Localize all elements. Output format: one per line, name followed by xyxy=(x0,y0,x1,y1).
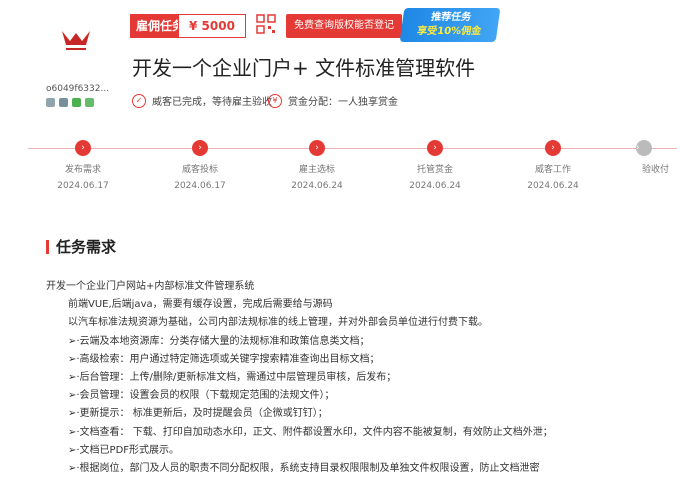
timeline-step: › 发布需求 2024.06.17 xyxy=(38,140,128,191)
timeline-step-date: 2024.06.17 xyxy=(174,181,226,191)
timeline-step-label: 威客工作 xyxy=(534,165,571,175)
requirements-body: 开发一个企业门户网站+内部标准文件管理系统 前端VUE,后端java，需要有缓存… xyxy=(46,278,666,478)
logo-icon xyxy=(62,31,90,50)
section-title: 任务需求 xyxy=(56,238,117,256)
reward-distribution-text: 赏金分配：一人独享赏金 xyxy=(288,97,398,108)
requirement-line: 开发一个企业门户网站+内部标准文件管理系统 xyxy=(46,281,255,292)
requirement-line: ➢·文档已PDF形式展示。 xyxy=(68,444,180,456)
task-status: ✓ 威客已完成，等待雇主验收 xyxy=(132,93,272,108)
timeline-step-label: 雇主选标 xyxy=(298,165,335,175)
timeline-step: › 威客工作 2024.06.24 xyxy=(508,140,598,191)
timeline-step-date: 2024.06.24 xyxy=(527,181,579,191)
chevron-right-icon: › xyxy=(75,140,91,156)
promo-line-2: 享受10%佣金 xyxy=(416,26,482,37)
chevron-right-icon: › xyxy=(545,140,561,156)
requirement-line: ➢·更新提示： 标准更新后，及时提醒会员（企微或钉钉）； xyxy=(68,408,328,420)
requirement-line: ➢·后台管理：上传/删除/更新标准文档，需通过中层管理员审核，后发布； xyxy=(68,372,397,384)
requirement-line: ➢·云端及本地资源库：分类存储大量的法规标准和政策信息类文档； xyxy=(68,335,370,347)
reward-icon: ¥ xyxy=(268,93,282,108)
qr-code-icon[interactable] xyxy=(256,14,276,34)
user-badges xyxy=(46,98,94,107)
copyright-check-button[interactable]: 免费查询版权能否登记 xyxy=(286,14,402,38)
requirement-line: 以汽车标准法规资源为基础，公司内部法规标准的线上管理，并对外部会员单位进行付费下… xyxy=(68,317,488,329)
chevron-right-icon: › xyxy=(192,140,208,156)
timeline-step-label: 发布需求 xyxy=(64,165,101,175)
company-logo xyxy=(48,14,104,70)
section-accent-bar xyxy=(46,240,49,254)
id-badge-icon xyxy=(46,98,55,107)
requirement-line: ➢·会员管理：设置会员的权限（下载规定范围的法规文件）； xyxy=(68,390,335,402)
task-status-text: 威客已完成，等待雇主验收 xyxy=(152,97,272,108)
timeline-step-label: 验收付 xyxy=(642,165,670,175)
timeline-step: › 雇主选标 2024.06.24 xyxy=(272,140,362,191)
promo-banner[interactable]: 推荐任务 享受10%佣金 xyxy=(399,8,501,42)
reward-distribution: ¥ 赏金分配：一人独享赏金 xyxy=(268,93,398,108)
user-id[interactable]: o6049f6332... xyxy=(46,84,109,94)
card-badge-icon xyxy=(85,98,94,107)
timeline-step: › 威客投标 2024.06.17 xyxy=(155,140,245,191)
timeline-step: › 托管赏金 2024.06.24 xyxy=(390,140,480,191)
chevron-right-icon: › xyxy=(427,140,443,156)
timeline-step-date: 2024.06.24 xyxy=(291,181,343,191)
requirement-line: ➢·根据岗位，部门及人员的职责不同分配权限，系统支持目录权限限制及单独文件权限设… xyxy=(68,463,540,475)
timeline-step-date: 2024.06.17 xyxy=(57,181,109,191)
requirement-line: 前端VUE,后端java，需要有缓存设置，完成后需要给与源码 xyxy=(68,299,333,311)
task-price: ¥ 5000 xyxy=(178,14,246,38)
phone-badge-icon xyxy=(59,98,68,107)
requirement-line: ➢·文档查看： 下载、打印自加动态水印，正文、附件都设置水印，文件内容不能被复制… xyxy=(68,426,553,438)
email-badge-icon xyxy=(72,98,81,107)
timeline-step-date: 2024.06.24 xyxy=(409,181,461,191)
check-circle-icon: ✓ xyxy=(132,93,146,108)
page-title: 开发一个企业门户+ 文件标准管理软件 xyxy=(132,56,476,80)
promo-line-1: 推荐任务 xyxy=(430,12,472,23)
chevron-right-icon: › xyxy=(309,140,325,156)
timeline-step: › 验收付 xyxy=(628,140,677,181)
chevron-right-icon: › xyxy=(636,140,652,156)
timeline-step-label: 威客投标 xyxy=(181,165,218,175)
timeline-step-label: 托管赏金 xyxy=(416,165,453,175)
requirement-line: ➢·高级检索：用户通过特定筛选项或关键字搜索精准查询出目标文档； xyxy=(68,353,380,365)
